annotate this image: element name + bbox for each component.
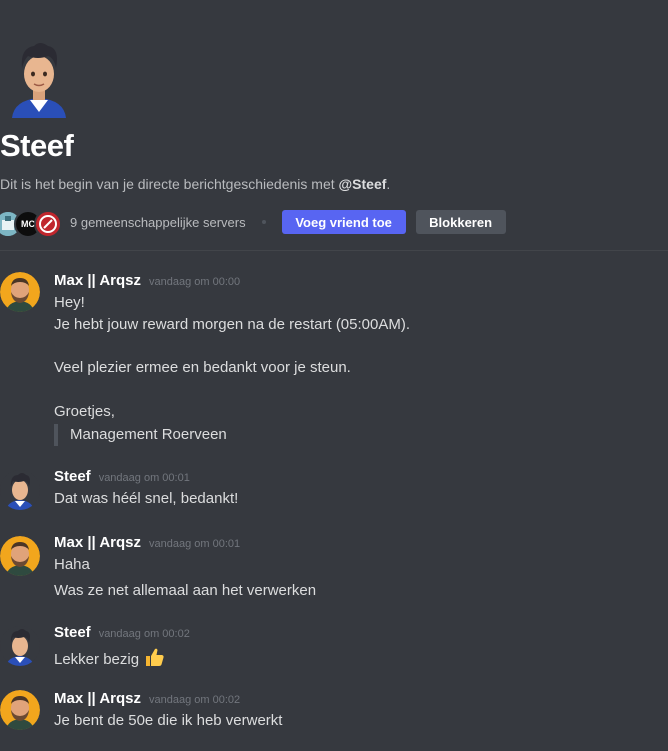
message-timestamp: vandaag om 00:00 (149, 276, 241, 288)
message-line: Groetjes, (54, 403, 115, 420)
message-author: Steef vandaag om 00:01 (54, 468, 190, 485)
divider (0, 250, 668, 251)
avatar[interactable] (0, 536, 40, 576)
mutual-server-icons[interactable]: MC (0, 209, 64, 238)
dm-header: Steef Dit is het begin van je directe be… (0, 0, 668, 250)
profile-actions: MC 9 gemeenschappelijke servers Voeg vri… (0, 209, 668, 238)
avatar[interactable] (0, 470, 40, 510)
message-line: Haha (54, 556, 90, 573)
dm-intro-text: Dit is het begin van je directe berichtg… (0, 176, 391, 192)
block-quote: Management Roerveen (54, 424, 227, 446)
message-timestamp: vandaag om 00:01 (149, 538, 241, 550)
message-timestamp: vandaag om 00:02 (98, 628, 190, 640)
message-line: Was ze net allemaal aan het verwerken (54, 582, 317, 599)
message-timestamp: vandaag om 00:01 (98, 472, 190, 484)
separator-dot (261, 220, 266, 224)
user-mention[interactable]: @Steef (339, 176, 387, 192)
server-icon[interactable] (34, 210, 62, 238)
profile-avatar[interactable] (8, 38, 70, 118)
avatar[interactable] (0, 690, 40, 730)
message-line: Je hebt jouw reward morgen na de restart… (54, 316, 411, 333)
block-button[interactable]: Blokkeren (415, 210, 506, 234)
message-line: Lekker bezig (54, 646, 165, 672)
message-author: Max || Arqsz vandaag om 00:02 (54, 690, 241, 707)
message-line: Hey! (54, 294, 85, 311)
message-line: Je bent de 50e die ik heb verwerkt (54, 712, 283, 729)
message-timestamp: vandaag om 00:02 (149, 694, 241, 706)
mutual-servers-link[interactable]: 9 gemeenschappelijke servers (70, 215, 246, 230)
add-friend-button[interactable]: Voeg vriend toe (281, 210, 406, 234)
message-line: Dat was héél snel, bedankt! (54, 490, 239, 507)
thumbs-up-icon (143, 646, 165, 672)
message-line: Veel plezier ermee en bedankt voor je st… (54, 359, 351, 376)
message-author: Steef vandaag om 00:02 (54, 624, 190, 641)
message-author: Max || Arqsz vandaag om 00:01 (54, 534, 241, 551)
page-title: Steef (0, 128, 74, 163)
message-author: Max || Arqsz vandaag om 00:00 (54, 272, 241, 289)
avatar[interactable] (0, 272, 40, 312)
avatar[interactable] (0, 626, 40, 666)
